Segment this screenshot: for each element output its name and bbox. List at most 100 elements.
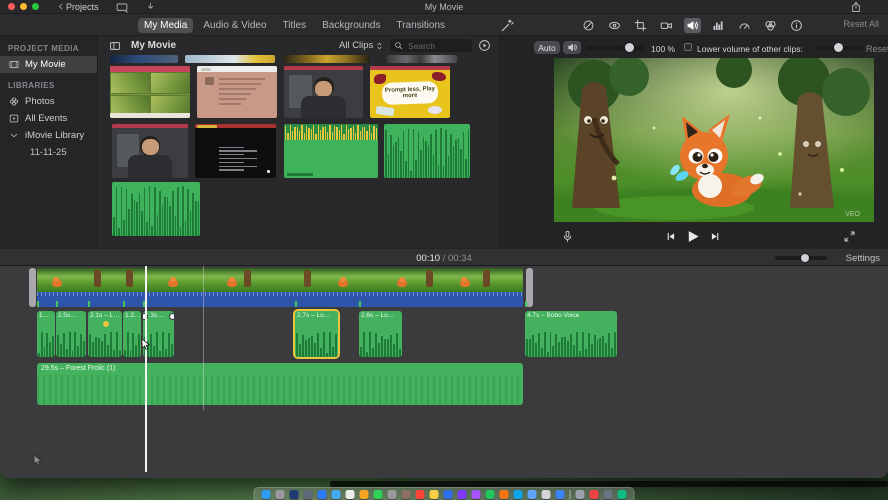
video-clip-filmstrip[interactable] [37, 268, 523, 292]
share-icon[interactable] [850, 1, 862, 13]
search-input[interactable] [406, 39, 466, 52]
dock-app-icon[interactable] [331, 489, 341, 499]
color-correction-icon[interactable] [606, 18, 623, 33]
dock-app-icon[interactable] [387, 489, 397, 499]
media-thumbnail-strip-gold[interactable] [283, 55, 370, 63]
audio-clip-2-7s-lu[interactable]: 2.7s – Lu… [293, 309, 340, 359]
import-media-icon[interactable] [115, 1, 129, 13]
tab-backgrounds[interactable]: Backgrounds [316, 18, 386, 33]
media-thumbnail-audio-yellow-top[interactable] [284, 124, 378, 178]
dock-app-icon[interactable] [589, 489, 599, 499]
media-thumbnail-doc-pink[interactable] [197, 66, 277, 118]
reset-all-button[interactable]: Reset All [843, 19, 879, 29]
clip-trim-handle-right[interactable] [526, 268, 533, 307]
clip-filter-dropdown[interactable]: All Clips [339, 40, 384, 51]
color-balance-icon[interactable] [580, 18, 597, 33]
media-thumbnail-strip-light[interactable] [185, 55, 275, 63]
dock-app-icon[interactable] [499, 489, 509, 499]
audio-clip-1-2[interactable]: 1.2… [123, 311, 141, 357]
search-field[interactable] [390, 39, 472, 52]
noise-reduction-icon[interactable] [710, 18, 727, 33]
dock-app-icon[interactable] [575, 489, 585, 499]
pointer-tool-icon [32, 454, 43, 467]
playhead-line[interactable] [145, 266, 147, 472]
sidebar-item-all-events[interactable]: All Events [0, 110, 97, 127]
dock-app-icon[interactable] [289, 489, 299, 499]
back-to-projects-button[interactable]: Projects [57, 2, 99, 12]
dock-app-icon[interactable] [317, 489, 327, 499]
dock-app-icon[interactable] [555, 489, 565, 499]
dock-app-icon[interactable] [345, 489, 355, 499]
music-clip-29-5s-forest-frolic-1[interactable]: 29.5s – Forest Frolic (1) [37, 363, 523, 405]
dock-app-icon[interactable] [603, 489, 613, 499]
lower-volume-slider[interactable] [814, 43, 864, 52]
volume-slider[interactable] [586, 43, 644, 52]
timeline-zoom-slider[interactable] [775, 254, 827, 262]
media-thumbnail-terminal[interactable] [195, 124, 276, 178]
dock-app-icon[interactable] [471, 489, 481, 499]
tab-audio-video[interactable]: Audio & Video [197, 18, 272, 33]
sidebar-item-photos[interactable]: Photos [0, 93, 97, 110]
volume-icon[interactable] [684, 18, 701, 33]
dock-app-icon[interactable] [275, 489, 285, 499]
download-icon[interactable] [145, 1, 156, 13]
dock-app-icon[interactable] [303, 489, 313, 499]
clip-trim-handle-left[interactable] [29, 268, 36, 307]
audio-clip-2-6s-lu[interactable]: 2.6s – Lu… [359, 311, 402, 357]
sidebar-toggle-icon[interactable] [108, 40, 122, 52]
play-icon[interactable] [686, 229, 701, 244]
voiceover-mic-icon[interactable] [561, 229, 574, 244]
fullscreen-icon[interactable] [843, 230, 856, 243]
auto-volume-button[interactable]: Auto [534, 41, 560, 54]
dock-app-icon[interactable] [485, 489, 495, 499]
reset-button[interactable]: Reset [866, 44, 888, 54]
tab-transitions[interactable]: Transitions [390, 18, 451, 33]
media-thumbnail-promo-yellow[interactable]: Prompt less, Play more [370, 66, 450, 118]
speed-icon[interactable] [736, 18, 753, 33]
skip-forward-icon[interactable] [710, 231, 721, 242]
audio-clip-2-1s-l[interactable]: 2.1s – L… [88, 311, 122, 357]
fade-handle-right[interactable] [169, 313, 174, 320]
media-thumbnail-audio-green[interactable] [112, 182, 200, 236]
dock-app-icon[interactable] [373, 489, 383, 499]
lower-volume-checkbox[interactable] [684, 43, 692, 51]
dock-app-icon[interactable] [443, 489, 453, 499]
sidebar-item-my-movie[interactable]: My Movie [0, 56, 97, 73]
skip-back-icon[interactable] [666, 231, 677, 242]
dock-app-icon[interactable] [513, 489, 523, 499]
continuous-playback-icon[interactable] [478, 39, 491, 52]
stabilization-icon[interactable] [658, 18, 675, 33]
audio-clip-1-5s[interactable]: 1.5s… [56, 311, 86, 357]
video-clip-audio-bar[interactable] [37, 292, 523, 307]
audio-clip-4-7s-bobo-voice[interactable]: 4.7s – Bobo Voice [525, 311, 617, 357]
dock-app-icon[interactable] [359, 489, 369, 499]
dock-app-icon[interactable] [261, 489, 271, 499]
tab-titles[interactable]: Titles [277, 18, 313, 33]
audio-clip-1[interactable]: 1… [37, 311, 55, 357]
dock-app-icon[interactable] [429, 489, 439, 499]
media-thumbnail-collage[interactable] [110, 66, 190, 118]
dock-app-icon[interactable] [617, 489, 627, 499]
dock-app-icon[interactable] [541, 489, 551, 499]
sidebar-item-imovie-library[interactable]: iMovie Library [0, 127, 97, 144]
tab-my-media[interactable]: My Media [138, 17, 194, 33]
sidebar-item-11-11-25[interactable]: 11-11-25 [0, 144, 97, 161]
minimize-button[interactable] [20, 3, 27, 10]
clip-filter-icon[interactable] [762, 18, 779, 33]
media-thumbnail-audio-green[interactable] [384, 124, 470, 178]
dock-app-icon[interactable] [401, 489, 411, 499]
settings-button[interactable]: Settings [846, 253, 880, 264]
dock-app-icon[interactable] [527, 489, 537, 499]
close-button[interactable] [8, 3, 15, 10]
mute-button[interactable] [563, 41, 581, 54]
enhance-wand-icon[interactable] [500, 18, 515, 33]
dock-app-icon[interactable] [457, 489, 467, 499]
clip-info-icon[interactable] [788, 18, 805, 33]
media-thumbnail-person[interactable] [112, 124, 188, 178]
media-thumbnail-strip-figures[interactable] [387, 55, 457, 63]
dock-app-icon[interactable] [415, 489, 425, 499]
media-thumbnail-person-dark[interactable] [284, 66, 363, 118]
media-thumbnail-strip-navy[interactable] [110, 55, 178, 63]
crop-icon[interactable] [632, 18, 649, 33]
zoom-button[interactable] [32, 3, 39, 10]
